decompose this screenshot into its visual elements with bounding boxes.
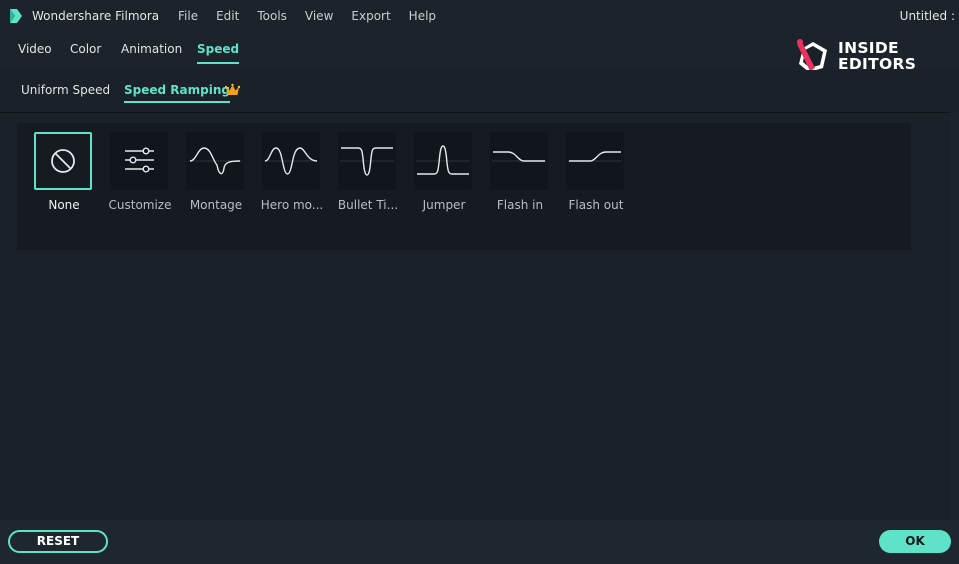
preset-label: Customize [108, 198, 172, 212]
tab-color[interactable]: Color [70, 42, 101, 56]
preset-thumbnail [110, 132, 168, 190]
preset-thumbnail [262, 132, 320, 190]
bullet-time-curve-icon [340, 147, 394, 176]
none-circle-icon [51, 149, 75, 173]
menu-item-view[interactable]: View [305, 9, 333, 23]
menu-item-file[interactable]: File [178, 9, 198, 23]
preset-label: Flash in [496, 198, 544, 212]
menu-bar: File Edit Tools View Export Help [178, 9, 454, 23]
menu-item-tools[interactable]: Tools [257, 9, 287, 23]
menu-item-help[interactable]: Help [409, 9, 436, 23]
preset-label: Jumper [422, 198, 466, 212]
title-bar: Wondershare Filmora File Edit Tools View… [0, 0, 959, 32]
tab-speed-ramping-label: Speed Ramping [124, 83, 230, 97]
sub-tab-bar: Uniform Speed Speed Ramping [0, 70, 959, 112]
preset-thumbnail [414, 132, 472, 190]
crown-icon [225, 83, 240, 95]
tab-active-underline [197, 62, 240, 64]
jumper-curve-icon [416, 145, 470, 175]
preset-thumbnail [338, 132, 396, 190]
hero-moment-curve-icon [264, 147, 318, 175]
speed-ramping-presets-panel: None Customize Montage Hero mo... Bullet… [17, 123, 911, 250]
preset-thumbnail [186, 132, 244, 190]
inside-editors-logo-icon [797, 39, 827, 72]
menu-item-export[interactable]: Export [351, 9, 390, 23]
ok-button[interactable]: OK [879, 530, 951, 553]
tab-uniform-speed[interactable]: Uniform Speed [21, 83, 110, 97]
preset-label: Bullet Ti... [337, 198, 399, 212]
preset-label: Montage [189, 198, 243, 212]
montage-curve-icon [188, 147, 242, 175]
preset-label: None [48, 198, 80, 212]
preset-thumbnail [566, 132, 624, 190]
preset-thumbnail [490, 132, 548, 190]
app-name: Wondershare Filmora [32, 9, 160, 23]
reset-button[interactable]: RESET [8, 530, 108, 553]
sliders-icon [125, 147, 154, 173]
tab-active-underline [124, 101, 230, 103]
vertical-scrollbar[interactable] [950, 112, 959, 520]
flash-out-curve-icon [568, 151, 622, 162]
flash-in-curve-icon [492, 151, 546, 162]
divider [0, 112, 959, 113]
preset-thumbnail [34, 132, 92, 190]
preset-label: Hero mo... [260, 198, 324, 212]
preset-label: Flash out [568, 198, 624, 212]
tab-animation[interactable]: Animation [121, 42, 182, 56]
tab-speed-ramping[interactable]: Speed Ramping [124, 83, 230, 103]
inside-editors-watermark: INSIDE EDITORS [793, 38, 923, 74]
menu-item-edit[interactable]: Edit [216, 9, 239, 23]
tab-speed[interactable]: Speed [197, 42, 240, 64]
tab-speed-label: Speed [197, 42, 240, 56]
bottom-action-bar: RESET OK [0, 520, 959, 564]
tab-video[interactable]: Video [18, 42, 52, 56]
document-title: Untitled : [899, 9, 955, 23]
filmora-logo-icon [10, 9, 22, 23]
